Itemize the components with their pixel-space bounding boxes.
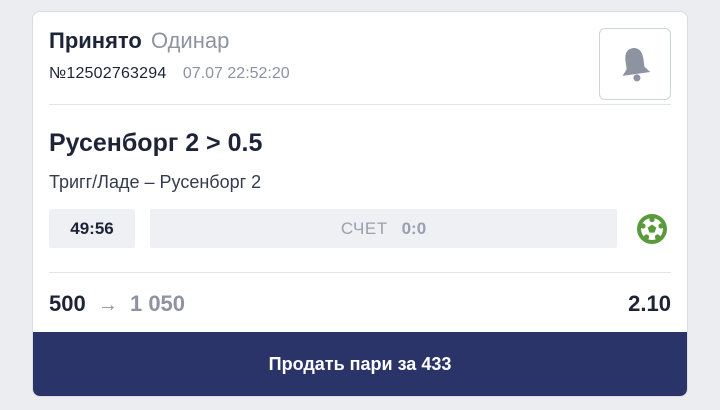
bet-status: Принято bbox=[49, 28, 142, 53]
bet-card: Принято Одинар №12502763294 07.07 22:52:… bbox=[32, 11, 688, 397]
bell-icon bbox=[622, 48, 651, 82]
bet-meta: №12502763294 07.07 22:52:20 bbox=[49, 64, 671, 84]
sell-bet-button[interactable]: Продать пари за 433 bbox=[33, 332, 687, 396]
score-box: СЧЕТ 0:0 bbox=[150, 209, 617, 248]
stake-amount: 500 bbox=[49, 291, 86, 316]
match-time-value: 49:56 bbox=[70, 218, 114, 238]
soccer-ball-icon bbox=[637, 214, 667, 244]
bet-header: Принято Одинар №12502763294 07.07 22:52:… bbox=[49, 28, 671, 104]
stake-payout: 500 → 1 050 bbox=[49, 290, 185, 319]
bet-type: Одинар bbox=[150, 28, 230, 53]
arrow-right-icon: → bbox=[97, 294, 118, 316]
score-label: СЧЕТ bbox=[340, 218, 388, 238]
bet-datetime: 07.07 22:52:20 bbox=[182, 65, 290, 82]
bet-outcome: Русенборг 2 > 0.5 bbox=[49, 129, 263, 157]
sell-bet-label: Продать пари за 433 bbox=[268, 353, 452, 374]
status-line: Принято Одинар bbox=[49, 28, 671, 54]
event-name: Тригг/Ладе – Русенборг 2 bbox=[49, 172, 262, 192]
divider bbox=[49, 104, 671, 105]
notification-button[interactable] bbox=[599, 28, 671, 100]
bet-number: №12502763294 bbox=[49, 65, 167, 82]
match-time: 49:56 bbox=[49, 209, 135, 248]
divider bbox=[49, 272, 671, 273]
payout-amount: 1 050 bbox=[129, 291, 186, 316]
score-value: 0:0 bbox=[401, 218, 427, 238]
bet-odds: 2.10 bbox=[628, 291, 671, 316]
